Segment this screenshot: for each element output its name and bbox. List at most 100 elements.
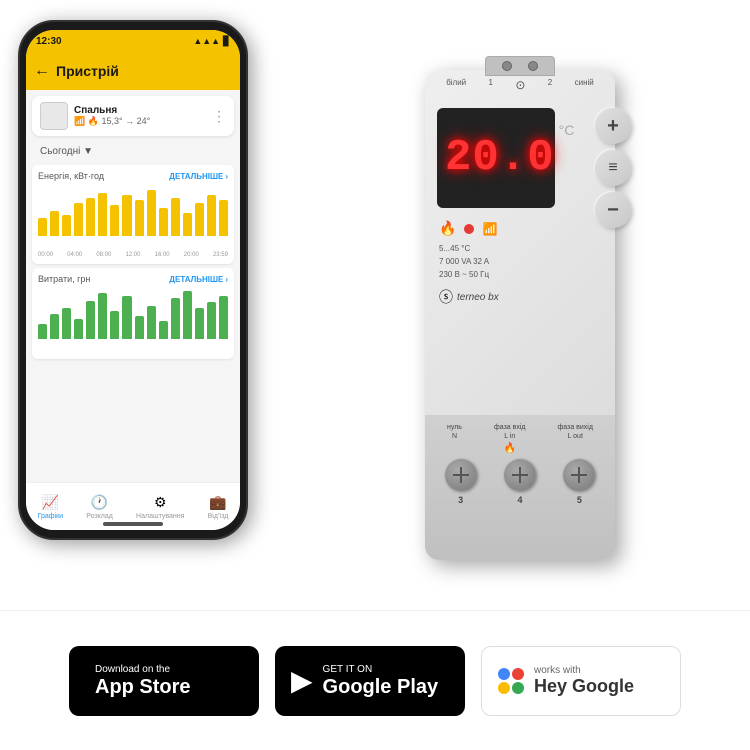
google-play-small-text: GET IT ON <box>323 664 439 676</box>
sensor-num2: 2 <box>548 78 552 92</box>
app-store-badge[interactable]: Download on the App Store <box>69 646 259 716</box>
terminal-section: нульN фаза вхідL in 🔥 фаза вихідL out <box>425 415 615 560</box>
connector-hole-right <box>528 61 538 71</box>
spec-voltage: 230 В ~ 50 Гц <box>439 269 585 282</box>
google-play-icon: ▶ <box>291 664 313 697</box>
screw-5 <box>563 459 595 491</box>
brand-row: ⓢ terneo bx <box>439 287 585 307</box>
energy-chart-link[interactable]: ДЕТАЛЬНІШЕ › <box>169 172 228 181</box>
screw-3 <box>445 459 477 491</box>
gdot-blue <box>498 668 510 680</box>
heat-flame-icon: 🔥 <box>439 220 456 237</box>
charts-icon: 📈 <box>42 494 59 511</box>
display-panel: 20.0 °C <box>437 108 555 208</box>
spec-power: 7 000 VA 32 A <box>439 256 585 269</box>
expense-chart-header: Витрати, грн ДЕТАЛЬНІШЕ › <box>38 274 228 284</box>
google-colored-dots <box>498 668 526 694</box>
device-icon <box>40 102 68 130</box>
sensor-num1: 1 <box>489 78 493 92</box>
wifi-status-icon: 📶 🔥 <box>74 116 99 126</box>
blue-wire-label: синій <box>575 78 594 92</box>
gbar-14 <box>195 308 204 339</box>
terminal-num-3: 3 <box>458 495 463 505</box>
bar-2 <box>50 211 59 237</box>
nav-settings[interactable]: ⚙ Налаштування <box>136 494 184 520</box>
connector-hole-left <box>502 61 512 71</box>
gbar-2 <box>50 314 59 340</box>
nav-schedule[interactable]: 🕐 Розклад <box>86 494 113 520</box>
away-icon: 💼 <box>209 494 226 511</box>
white-wire-label: білий <box>446 78 466 92</box>
google-play-badge[interactable]: ▶ GET IT ON Google Play <box>275 646 465 716</box>
app-store-text: Download on the App Store <box>95 664 191 698</box>
device-card[interactable]: Спальня 📶 🔥 15,3° → 24° ⋮ <box>32 96 234 136</box>
expense-bar-chart <box>38 288 228 353</box>
phone-mockup: 12:30 ▲▲▲ ▊ ← Пристрій Спальня <box>18 20 248 540</box>
hey-google-title: Hey Google <box>534 676 634 697</box>
bar-12 <box>171 198 180 236</box>
energy-chart-header: Енергія, кВт·год ДЕТАЛЬНІШЕ › <box>38 171 228 181</box>
gbar-15 <box>207 302 216 339</box>
bar-14 <box>195 203 204 236</box>
wifi-status-icon: 📶 <box>482 222 497 236</box>
expense-chart-link[interactable]: ДЕТАЛЬНІШЕ › <box>169 275 228 284</box>
main-content: 12:30 ▲▲▲ ▊ ← Пристрій Спальня <box>0 0 750 610</box>
nav-away[interactable]: 💼 Від'їзд <box>208 494 229 520</box>
phone-home-indicator <box>103 522 163 526</box>
app-store-big-text: App Store <box>95 676 191 698</box>
minus-button[interactable]: − <box>595 192 631 228</box>
bar-4 <box>74 203 83 236</box>
gbar-1 <box>38 324 47 339</box>
bar-10 <box>147 190 156 236</box>
hey-google-badge[interactable]: works with Hey Google <box>481 646 681 716</box>
device-name: Спальня <box>74 105 206 116</box>
download-section: Download on the App Store ▶ GET IT ON Go… <box>0 610 750 750</box>
sensor-diagram-icon: ⊙ <box>515 78 525 92</box>
google-play-big-text: Google Play <box>323 676 439 698</box>
terminal-l-out-label: фаза вихідL out <box>558 423 593 455</box>
plus-button[interactable]: + <box>595 108 631 144</box>
gdot-yellow <box>498 682 510 694</box>
today-row[interactable]: Сьогодні ▼ <box>26 142 240 161</box>
bar-9 <box>135 200 144 236</box>
nav-charts[interactable]: 📈 Графіки <box>38 494 63 520</box>
expense-chart-section: Витрати, грн ДЕТАЛЬНІШЕ › <box>32 268 234 359</box>
signal-icon: ▲▲▲ <box>193 36 220 46</box>
back-button[interactable]: ← <box>34 62 50 80</box>
gbar-13 <box>183 291 192 339</box>
terminal-screws-row <box>431 459 609 491</box>
menu-button[interactable]: ≡ <box>595 150 631 186</box>
temp-arrow: → <box>125 116 134 126</box>
energy-chart-section: Енергія, кВт·год ДЕТАЛЬНІШЕ › <box>32 165 234 264</box>
device-more-icon[interactable]: ⋮ <box>212 108 226 125</box>
energy-xaxis: 00:00 04:00 08:00 12:00 16:00 20:00 23:5… <box>38 252 228 258</box>
gbar-16 <box>219 296 228 339</box>
gbar-11 <box>159 321 168 339</box>
gbar-8 <box>122 296 131 339</box>
bar-6 <box>98 193 107 236</box>
bar-11 <box>159 208 168 236</box>
battery-icon: ▊ <box>223 36 230 47</box>
header-title: Пристрій <box>56 63 119 79</box>
device-info: Спальня 📶 🔥 15,3° → 24° <box>74 105 206 127</box>
gbar-5 <box>86 301 95 339</box>
temp-current: 15,3° <box>101 116 122 126</box>
settings-label: Налаштування <box>136 513 184 520</box>
gbar-10 <box>147 306 156 339</box>
terneo-logo-icon: ⓢ <box>439 287 453 307</box>
temperature-display: 20.0 <box>445 133 555 183</box>
phone-screen: 12:30 ▲▲▲ ▊ ← Пристрій Спальня <box>26 30 240 530</box>
spec-temp-range: 5...45 °C <box>439 243 585 256</box>
schedule-icon: 🕐 <box>91 494 108 511</box>
phone-shell: 12:30 ▲▲▲ ▊ ← Пристрій Спальня <box>18 20 248 540</box>
energy-bar-chart <box>38 185 228 250</box>
expense-chart-title: Витрати, грн <box>38 274 90 284</box>
celsius-display: °C <box>559 122 575 138</box>
bar-16 <box>219 200 228 236</box>
status-bar: 12:30 ▲▲▲ ▊ <box>26 30 240 52</box>
status-time: 12:30 <box>36 36 62 47</box>
bar-8 <box>122 195 131 236</box>
bar-7 <box>110 205 119 236</box>
hey-google-text-block: works with Hey Google <box>534 665 634 697</box>
status-icons: ▲▲▲ ▊ <box>193 36 230 47</box>
